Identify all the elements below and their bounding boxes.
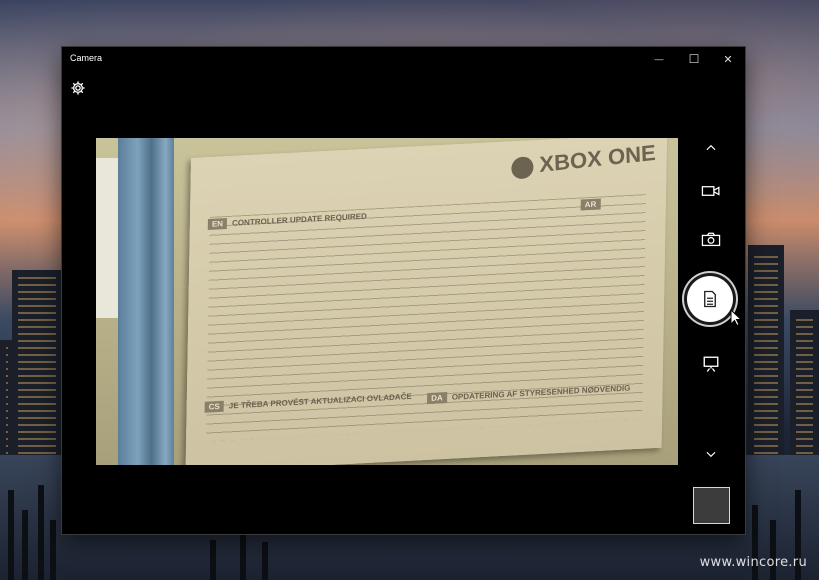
scroll-down-button[interactable] xyxy=(696,439,726,469)
wallpaper-pier-post xyxy=(38,485,44,580)
minimize-icon: — xyxy=(654,54,664,64)
xbox-logo-icon xyxy=(511,155,534,181)
video-camera-icon xyxy=(701,186,720,196)
maximize-icon: ☐ xyxy=(688,52,700,66)
mouse-cursor-icon xyxy=(730,309,742,327)
chevron-down-icon xyxy=(706,451,716,458)
preview-window-frame xyxy=(96,158,118,318)
close-icon: ✕ xyxy=(723,53,733,66)
maximize-button[interactable]: ☐ xyxy=(677,47,711,71)
wallpaper-pier-post xyxy=(262,542,268,580)
close-button[interactable]: ✕ xyxy=(711,47,745,71)
document-mode-button[interactable] xyxy=(687,276,733,322)
scroll-up-button[interactable] xyxy=(696,133,726,163)
wallpaper-building xyxy=(790,310,819,460)
wallpaper-pier-post xyxy=(22,510,28,580)
wallpaper-building xyxy=(748,245,784,460)
wallpaper-pier-post xyxy=(240,534,246,580)
camera-viewfinder[interactable]: XBOX ONE EN CONTROLLER UPDATE REQUIRED AR… xyxy=(96,138,678,465)
title-bar[interactable]: Camera — ☐ ✕ xyxy=(62,47,745,71)
photo-mode-button[interactable] xyxy=(696,224,726,254)
brand-text: XBOX ONE xyxy=(538,139,657,177)
section-badge: AR xyxy=(580,198,601,211)
chevron-up-icon xyxy=(706,144,716,151)
section-badge: DA xyxy=(427,392,447,405)
gear-icon xyxy=(71,81,85,95)
camera-window: Camera — ☐ ✕ XBOX ONE EN CONTROLLER UPDAT xyxy=(62,47,745,534)
wallpaper-building xyxy=(0,340,14,460)
minimize-button[interactable]: — xyxy=(642,47,676,71)
section-badge: CS xyxy=(204,400,224,413)
document-icon xyxy=(704,290,716,308)
whiteboard-icon xyxy=(703,356,719,372)
watermark: www.wincore.ru xyxy=(699,555,807,570)
video-mode-button[interactable] xyxy=(696,176,726,206)
document-brand: XBOX ONE xyxy=(511,140,656,181)
wallpaper-building xyxy=(12,270,62,460)
window-title: Camera xyxy=(70,53,103,63)
wallpaper-pier-post xyxy=(770,520,776,580)
section-badge: EN xyxy=(207,217,228,230)
wallpaper-pier-post xyxy=(210,540,216,580)
preview-document: XBOX ONE EN CONTROLLER UPDATE REQUIRED AR… xyxy=(185,138,668,465)
last-capture-thumbnail[interactable] xyxy=(693,487,730,524)
camera-icon xyxy=(701,232,721,247)
settings-button[interactable] xyxy=(70,80,88,98)
whiteboard-mode-button[interactable] xyxy=(696,349,726,379)
preview-curtain xyxy=(118,138,174,465)
wallpaper-pier-post xyxy=(8,490,14,580)
wallpaper-pier-post xyxy=(50,520,56,580)
